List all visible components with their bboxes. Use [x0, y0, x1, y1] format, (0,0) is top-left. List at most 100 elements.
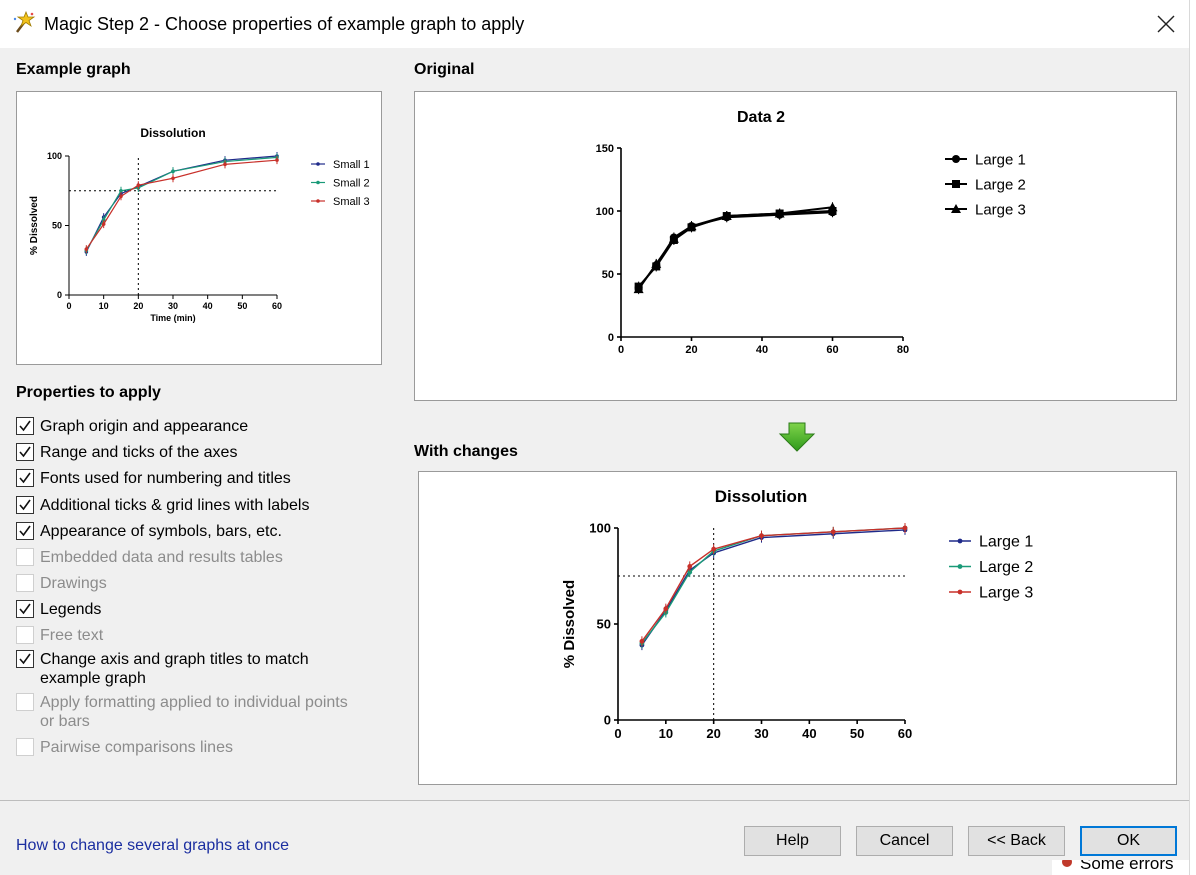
property-checkbox-row[interactable]: Appearance of symbols, bars, etc. — [16, 522, 282, 541]
checkbox-checked[interactable] — [16, 600, 34, 618]
y-tick-label: 50 — [52, 221, 62, 231]
checkbox-checked[interactable] — [16, 417, 34, 435]
footer-separator — [0, 800, 1189, 801]
series-line — [85, 156, 278, 251]
data-point — [136, 183, 141, 187]
help-link[interactable]: How to change several graphs at once — [16, 837, 289, 855]
chart-title: Data 2 — [737, 109, 785, 126]
property-checkbox-label: Graph origin and appearance — [40, 418, 249, 435]
data-point — [902, 525, 908, 531]
window-border — [1189, 0, 1196, 875]
help-button[interactable]: Help — [744, 826, 841, 856]
data-point — [275, 158, 279, 162]
data-point — [119, 188, 123, 193]
checkbox-checked[interactable] — [16, 522, 34, 540]
property-checkbox-row[interactable]: Additional ticks & grid lines with label… — [16, 496, 309, 515]
chart-title: Dissolution — [140, 126, 205, 140]
property-checkbox-label: Range and ticks of the axes — [40, 444, 238, 461]
data-point — [223, 162, 227, 167]
checkmark-icon — [19, 420, 31, 432]
close-icon — [1157, 15, 1175, 33]
data-point — [830, 529, 836, 535]
y-tick-label: 50 — [597, 617, 611, 632]
property-checkbox-label: Pairwise comparisons lines — [40, 739, 233, 756]
checkmark-icon — [19, 603, 31, 615]
data-point — [171, 176, 175, 181]
checkbox-unchecked — [16, 574, 34, 592]
legend-swatch-marker — [957, 538, 963, 544]
legend-label: Large 2 — [979, 559, 1033, 576]
x-tick-label: 20 — [706, 726, 720, 741]
legend-swatch-marker — [952, 180, 960, 188]
data-point — [119, 194, 123, 199]
series-line — [637, 206, 833, 290]
property-checkbox-row[interactable]: Legends — [16, 600, 101, 619]
checkbox-unchecked — [16, 738, 34, 756]
chart-svg: Dissolution 0 10 20 30 40 50 60 0 50 100 Time (min)… — [29, 126, 370, 323]
x-tick-label: 60 — [898, 726, 912, 741]
x-tick-label: 10 — [99, 301, 109, 311]
y-tick-label: 0 — [608, 332, 614, 344]
background-text: Some errors — [1080, 860, 1174, 873]
example-graph-panel: Dissolution 0 10 20 30 40 50 60 0 50 100 Time (min)… — [16, 91, 382, 365]
data-point — [711, 546, 717, 552]
property-checkbox-row[interactable]: Fonts used for numbering and titles — [16, 469, 291, 488]
checkbox-checked[interactable] — [16, 469, 34, 487]
y-tick-label: 150 — [596, 143, 614, 155]
close-button[interactable] — [1150, 8, 1182, 40]
y-tick-label: 50 — [602, 269, 614, 281]
checkmark-icon — [19, 446, 31, 458]
legend-swatch-marker — [952, 155, 960, 163]
green-down-arrow-icon — [778, 422, 816, 452]
cancel-button[interactable]: Cancel — [856, 826, 953, 856]
x-tick-label: 50 — [237, 301, 247, 311]
checkbox-unchecked — [16, 693, 34, 711]
legend-swatch-marker — [316, 180, 320, 185]
property-checkbox-row: Pairwise comparisons lines — [16, 738, 233, 757]
chart-svg: Dissolution 0 10 20 30 40 50 60 0 50 100 % Dissolve… — [561, 487, 1033, 741]
x-tick-label: 10 — [659, 726, 673, 741]
x-tick-label: 0 — [66, 301, 71, 311]
property-checkbox-row[interactable]: Range and ticks of the axes — [16, 443, 237, 462]
property-checkbox-row[interactable]: Change axis and graph titles to match ex… — [16, 650, 360, 688]
checkmark-icon — [19, 499, 31, 511]
checkbox-checked[interactable] — [16, 650, 34, 668]
example-graph-label: Example graph — [16, 61, 131, 78]
legend-label: Large 3 — [975, 201, 1026, 218]
property-checkbox-row: Free text — [16, 626, 103, 645]
series-line — [85, 155, 278, 253]
property-checkbox-row: Drawings — [16, 574, 107, 593]
data-point — [663, 606, 669, 612]
legend-swatch-marker — [957, 564, 963, 569]
y-axis-label: % Dissolved — [29, 196, 40, 255]
legend-label: Small 1 — [333, 159, 370, 171]
with-changes-label: With changes — [414, 443, 518, 460]
legend-swatch-marker — [316, 199, 320, 203]
checkmark-icon — [19, 653, 31, 665]
y-tick-label: 100 — [589, 521, 611, 536]
series-line — [641, 527, 906, 644]
legend-label: Large 1 — [979, 534, 1033, 551]
property-checkbox-label: Legends — [40, 601, 102, 618]
property-checkbox-row[interactable]: Graph origin and appearance — [16, 417, 248, 436]
x-tick-label: 20 — [685, 344, 697, 356]
magic-wand-icon — [13, 11, 36, 33]
error-icon — [1062, 860, 1072, 867]
x-tick-label: 30 — [754, 726, 768, 741]
legend-label: Large 2 — [975, 176, 1026, 193]
background-window-glimpse: Some errors — [1052, 860, 1189, 875]
ok-button[interactable]: OK — [1080, 826, 1177, 856]
back-button[interactable]: << Back — [968, 826, 1065, 856]
checkbox-unchecked — [16, 548, 34, 566]
series-line — [85, 159, 278, 250]
property-checkbox-label: Free text — [40, 627, 104, 644]
chart-svg: Data 2 0 20 40 60 80 0 50 100 150 Large 1 Large 2 La… — [596, 109, 1026, 356]
x-tick-label: 0 — [618, 344, 624, 356]
checkbox-checked[interactable] — [16, 496, 34, 514]
property-checkbox-label: Additional ticks & grid lines with label… — [40, 497, 310, 514]
legend-label: Small 3 — [333, 196, 370, 208]
x-tick-label: 80 — [897, 344, 909, 356]
y-tick-label: 0 — [604, 713, 611, 728]
checkbox-checked[interactable] — [16, 443, 34, 461]
x-tick-label: 60 — [272, 301, 282, 311]
